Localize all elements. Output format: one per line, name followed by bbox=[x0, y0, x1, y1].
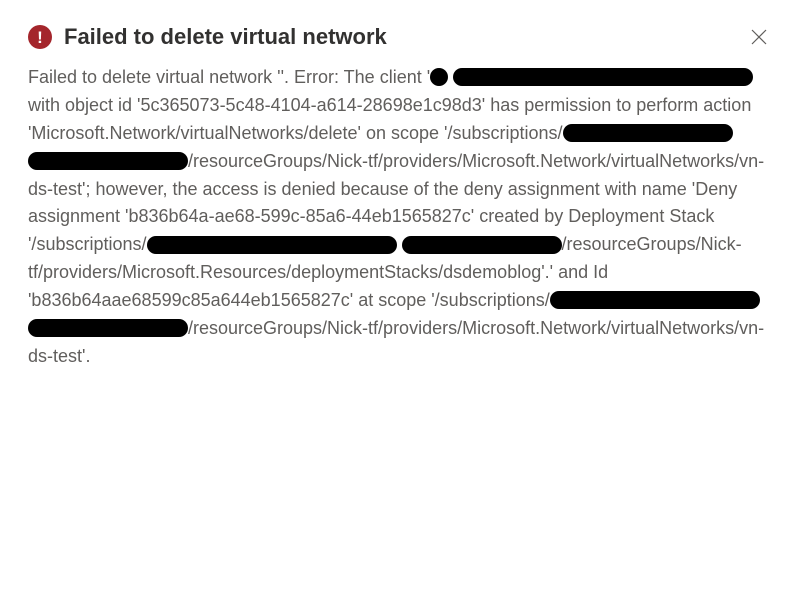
redaction bbox=[563, 124, 733, 142]
notification-header: ! Failed to delete virtual network bbox=[28, 24, 772, 50]
redaction bbox=[550, 291, 760, 309]
redaction bbox=[28, 319, 188, 337]
redaction bbox=[402, 236, 562, 254]
redaction bbox=[430, 68, 448, 86]
notification-body: Failed to delete virtual network ''. Err… bbox=[28, 64, 772, 371]
close-icon[interactable] bbox=[746, 24, 772, 50]
redaction bbox=[28, 152, 188, 170]
error-icon: ! bbox=[28, 25, 52, 49]
notification-title: Failed to delete virtual network bbox=[64, 24, 734, 50]
error-text: Failed to delete virtual network ''. Err… bbox=[28, 67, 430, 87]
redaction bbox=[147, 236, 397, 254]
redaction bbox=[453, 68, 753, 86]
